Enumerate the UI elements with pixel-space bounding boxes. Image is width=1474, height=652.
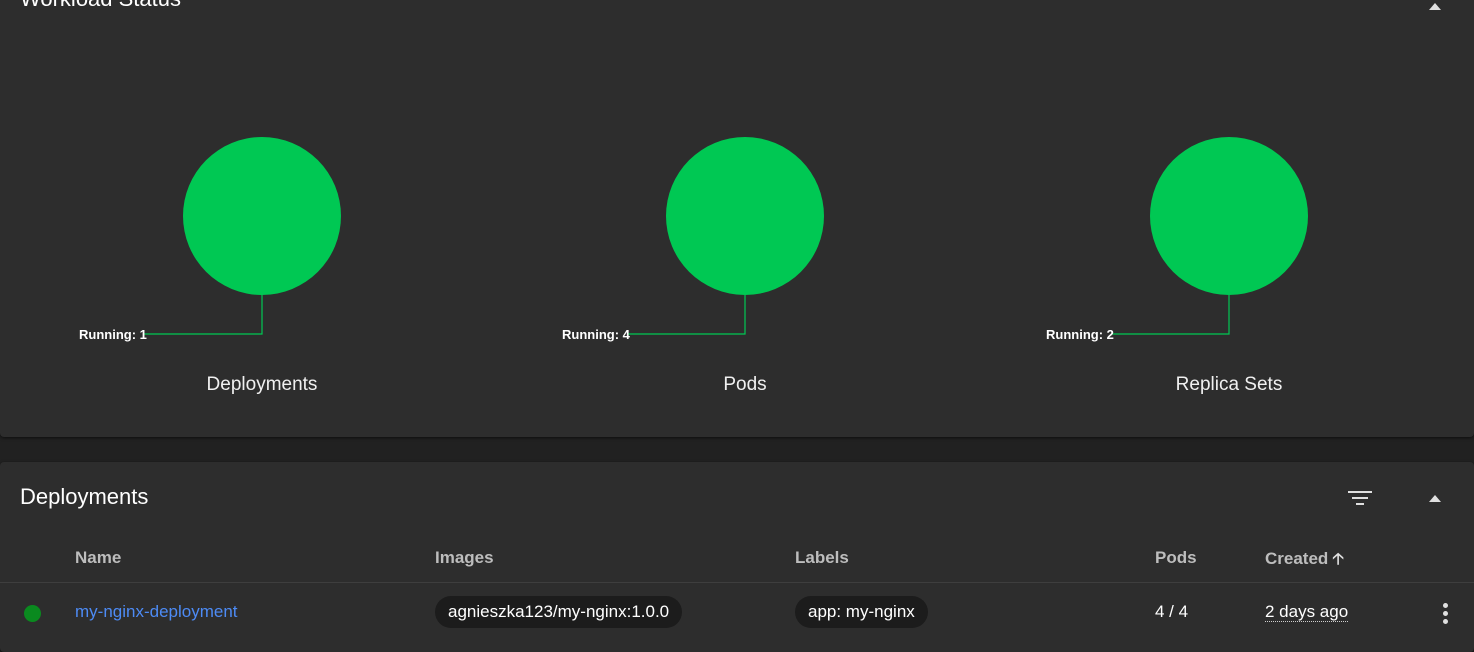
pods-running-slice — [666, 137, 824, 295]
table-header-divider — [0, 582, 1474, 583]
column-header-created[interactable]: Created 🡡 — [1265, 548, 1344, 575]
replica-sets-chart — [1111, 137, 1308, 335]
collapse-chevron-up-icon[interactable] — [1423, 486, 1447, 510]
deployments-running-label: Running: 1 — [79, 327, 147, 342]
filter-icon[interactable] — [1346, 486, 1374, 510]
label-chip: app: my-nginx — [795, 596, 928, 628]
pods-count: 4 / 4 — [1155, 602, 1189, 621]
deployments-card: Deployments Name Images Labels Pods Crea… — [0, 462, 1474, 652]
column-header-name[interactable]: Name — [75, 548, 121, 568]
more-actions-icon[interactable] — [1437, 603, 1453, 625]
pods-leader-line — [627, 295, 746, 335]
workload-status-card: Workload Status Running: 1 Running: 4 Ru… — [0, 0, 1474, 437]
status-running-icon — [24, 605, 41, 622]
column-header-pods[interactable]: Pods — [1155, 548, 1197, 568]
pods-chart-caption: Pods — [723, 374, 767, 395]
deployments-running-slice — [183, 137, 341, 295]
deployments-chart-caption: Deployments — [206, 374, 318, 395]
pods-running-label: Running: 4 — [562, 327, 630, 342]
image-chip: agnieszka123/my-nginx:1.0.0 — [435, 596, 683, 628]
column-header-images: Images — [435, 548, 494, 567]
deployments-title: Deployments — [20, 484, 149, 509]
column-header-created-label: Created — [1265, 549, 1329, 568]
pods-chart — [627, 137, 824, 335]
deployments-chart — [143, 137, 341, 335]
replica-sets-running-slice — [1150, 137, 1308, 295]
replica-sets-running-label: Running: 2 — [1046, 327, 1114, 342]
deployments-leader-line — [143, 295, 263, 335]
deployment-name-link[interactable]: my-nginx-deployment — [75, 602, 238, 622]
workload-charts — [143, 137, 1308, 335]
replica-sets-leader-line — [1111, 295, 1230, 335]
created-age: 2 days ago — [1265, 602, 1349, 622]
column-header-labels: Labels — [795, 548, 849, 567]
arrow-up-icon[interactable]: 🡡 — [1332, 551, 1344, 568]
replica-sets-chart-caption: Replica Sets — [1175, 374, 1283, 395]
